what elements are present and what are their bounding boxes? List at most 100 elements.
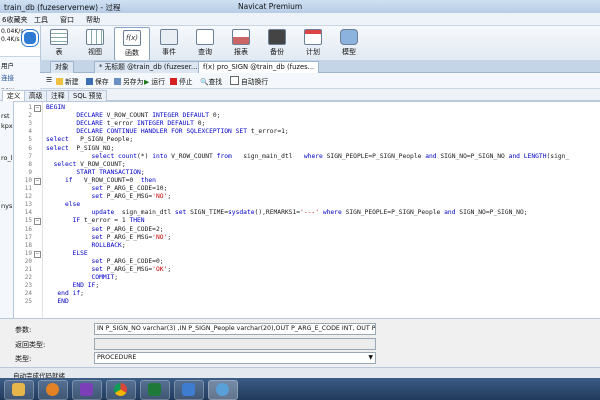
code-line[interactable]: ROLLBACK; <box>46 242 126 249</box>
app-name: Navicat Premium <box>238 2 303 11</box>
save-as-button[interactable]: 另存为 <box>114 76 143 86</box>
upload-speed: 0.04K/s <box>1 28 24 35</box>
function-icon: f(x) <box>123 30 141 46</box>
menu-icon[interactable]: ☰ <box>46 76 52 84</box>
type-select[interactable]: PROCEDURE ▼ <box>94 352 376 364</box>
code-line[interactable]: update sign_main_dtl set SIGN_TIME=sysda… <box>46 209 528 216</box>
code-line[interactable]: COMMIT; <box>46 274 119 281</box>
tab-advanced[interactable]: 高级 <box>24 90 48 101</box>
tree-item[interactable]: ro_l <box>1 154 13 162</box>
taskbar-media-button[interactable] <box>38 380 68 400</box>
view-icon <box>86 29 104 45</box>
toolbar-function-button[interactable]: f(x) 函数 <box>114 27 150 61</box>
fold-toggle-icon[interactable]: − <box>34 218 41 226</box>
line-number: 15 <box>24 217 32 225</box>
line-number: 11 <box>24 185 32 192</box>
params-field[interactable]: IN P_SIGN_NO varchar(3) ,IN P_SIGN_Peopl… <box>94 323 376 335</box>
toolbar-report-button[interactable]: 报表 <box>224 27 258 59</box>
toolbar-schedule-button[interactable]: 计划 <box>296 27 330 59</box>
code-line[interactable]: if V_ROW_COUNT=0 then <box>46 177 156 184</box>
new-button[interactable]: 新建 <box>56 76 79 86</box>
code-line[interactable]: END IF; <box>46 282 100 289</box>
code-line[interactable]: set P_ARG_E_MSG='NO'; <box>46 193 172 200</box>
return-type-field <box>94 338 376 350</box>
code-line[interactable]: set P_ARG_E_MSG='OK'; <box>46 266 172 273</box>
code-line[interactable]: DECLARE CONTINUE HANDLER FOR SQLEXCEPTIO… <box>46 128 288 135</box>
taskbar-excel-button[interactable] <box>140 380 170 400</box>
tree-item[interactable]: kpx <box>1 122 13 130</box>
menu-bar: 6收藏夹 工具 窗口 帮助 <box>0 13 600 26</box>
taskbar-explorer-button[interactable] <box>4 380 34 400</box>
mail-icon <box>182 383 195 396</box>
stop-button[interactable]: 停止 <box>170 76 193 86</box>
navicat-icon <box>216 383 229 396</box>
code-line[interactable]: DECLARE t_error INTEGER DEFAULT 0; <box>46 120 205 127</box>
taskbar-mail-button[interactable] <box>174 380 204 400</box>
chevron-down-icon: ▼ <box>368 354 373 361</box>
tab-definition[interactable]: 定义 <box>2 90 26 101</box>
line-number: 16 <box>24 225 32 233</box>
toolbar-backup-button[interactable]: 备份 <box>260 27 294 59</box>
code-line[interactable]: END <box>46 298 68 305</box>
definition-subtabs: 定义 高级 注释 SQL 预览 <box>0 89 600 101</box>
code-line[interactable]: select P_SIGN_People; <box>46 136 133 143</box>
main-toolbar: 表 视图 f(x) 函数 事件 查询 报表 备份 计划 模型 <box>0 26 600 61</box>
code-line[interactable]: else <box>46 201 80 208</box>
menu-favorites[interactable]: 6收藏夹 <box>2 15 27 25</box>
type-label: 类型: <box>15 355 32 363</box>
fold-toggle-icon[interactable]: − <box>34 250 41 258</box>
toolbar-event-button[interactable]: 事件 <box>152 27 186 59</box>
fold-toggle-icon[interactable]: − <box>34 177 41 185</box>
line-number: 3 <box>28 120 32 128</box>
return-type-label: 返回类型: <box>15 341 46 349</box>
line-number-gutter: 1−2 3 4 5 6 7 8 9 10−11 12 13 14 15−16 17 18 19−20 21 22 2… <box>14 102 43 318</box>
code-line[interactable]: ELSE <box>46 250 88 257</box>
code-line[interactable]: set P_ARG_E_CODE=10; <box>46 185 168 192</box>
code-line[interactable]: set P_ARG_E_CODE=0; <box>46 258 164 265</box>
taskbar-chrome-button[interactable] <box>106 380 136 400</box>
tab-comment[interactable]: 注释 <box>46 90 70 101</box>
tree-item[interactable]: rst <box>1 112 10 120</box>
taskbar-vs-button[interactable] <box>72 380 102 400</box>
code-line[interactable]: select count(*) into V_ROW_COUNT from si… <box>46 153 570 160</box>
toolbar-model-button[interactable]: 模型 <box>332 27 366 59</box>
line-number: 20 <box>24 257 32 265</box>
line-number: 5 <box>28 136 32 144</box>
sql-editor[interactable]: 1−2 3 4 5 6 7 8 9 10−11 12 13 14 15−16 17 18 19−20 21 22 2… <box>13 101 600 319</box>
menu-help[interactable]: 帮助 <box>86 15 100 25</box>
tab-sql-preview[interactable]: SQL 预览 <box>68 90 108 101</box>
code-area[interactable]: BEGIN DECLARE V_ROW_COUNT INTEGER DEFAUL… <box>42 102 600 318</box>
stop-icon <box>170 78 177 85</box>
code-line[interactable]: START TRANSACTION; <box>46 169 144 176</box>
line-number: 13 <box>24 201 32 209</box>
word-wrap-button[interactable]: 自动换行 <box>230 76 268 86</box>
code-line[interactable]: BEGIN <box>46 104 65 111</box>
toolbar-table-button[interactable]: 表 <box>42 27 76 59</box>
fold-toggle-icon[interactable]: − <box>34 105 41 112</box>
code-line[interactable]: IF t_error = 1 THEN <box>46 217 145 224</box>
os-taskbar <box>0 378 600 400</box>
run-button[interactable]: ▶ 运行 <box>144 76 165 86</box>
tab-pro-sign[interactable]: f(x) pro_SIGN @train_db (fuzes... <box>198 61 320 73</box>
toolbar-view-button[interactable]: 视图 <box>78 27 112 59</box>
code-line[interactable]: set P_ARG_E_MSG='NO'; <box>46 234 172 241</box>
code-line[interactable]: set P_ARG_E_CODE=2; <box>46 226 164 233</box>
tab-objects[interactable]: 对象 <box>50 61 74 73</box>
find-button[interactable]: 🔍查找 <box>200 76 222 86</box>
code-line[interactable]: select P_SIGN_NO; <box>46 145 114 152</box>
tab-untitled-query[interactable]: * 无标题 @train_db (fuzeser... <box>94 61 203 73</box>
tree-item[interactable]: 连接 <box>1 72 14 82</box>
code-line[interactable]: DECLARE V_ROW_COUNT INTEGER DEFAULT 0; <box>46 112 220 119</box>
menu-tools[interactable]: 工具 <box>34 15 48 25</box>
folder-icon <box>12 383 25 396</box>
code-line[interactable]: end if; <box>46 290 84 297</box>
line-number: 22 <box>24 274 32 282</box>
toolbar-query-button[interactable]: 查询 <box>188 27 222 59</box>
code-line[interactable]: select V_ROW_COUNT; <box>46 161 126 168</box>
line-number: 14 <box>24 209 32 217</box>
taskbar-navicat-button[interactable] <box>208 380 238 400</box>
menu-window[interactable]: 窗口 <box>60 15 74 25</box>
save-button[interactable]: 保存 <box>86 76 109 86</box>
properties-panel: 参数: IN P_SIGN_NO varchar(3) ,IN P_SIGN_P… <box>0 318 600 367</box>
tree-item[interactable]: nys <box>1 202 12 210</box>
